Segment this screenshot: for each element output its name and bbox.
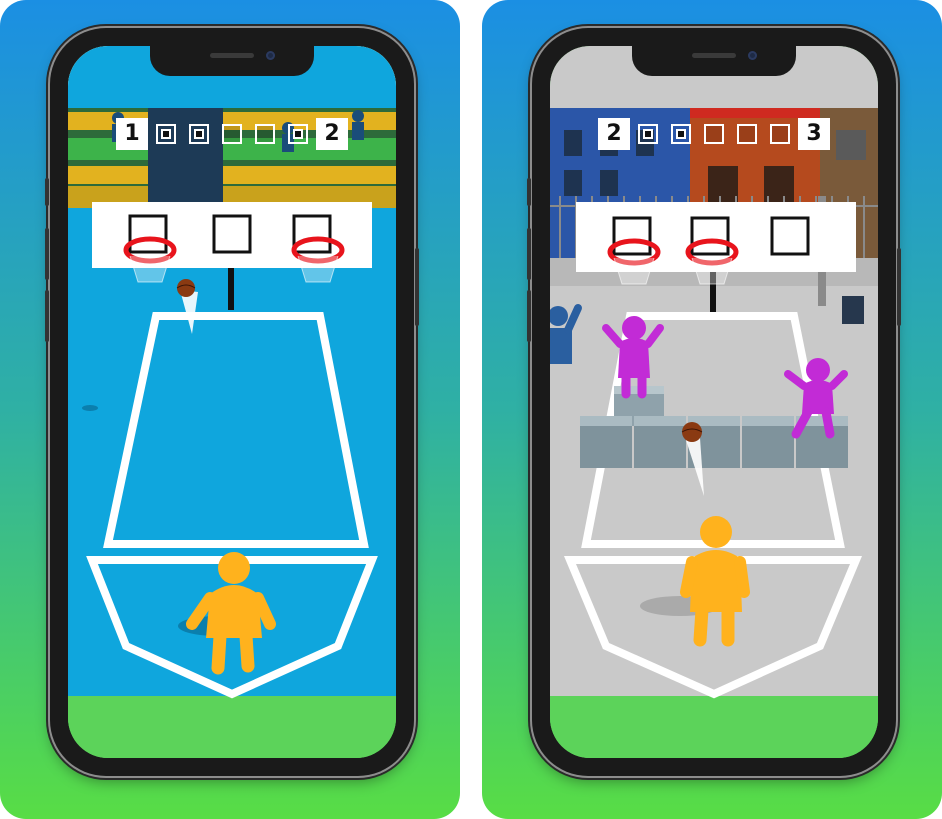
camera-icon <box>266 51 275 60</box>
round-slot <box>156 124 176 144</box>
round-progress <box>638 124 790 146</box>
opponent-score: 2 <box>316 118 348 150</box>
round-slot <box>737 124 757 144</box>
round-progress <box>156 124 308 146</box>
mailbox <box>842 296 864 324</box>
score-bar: 2 3 <box>598 118 830 150</box>
round-slot <box>770 124 790 144</box>
round-slot <box>222 124 242 144</box>
camera-icon <box>748 51 757 60</box>
opponent-score: 3 <box>798 118 830 150</box>
game-screen[interactable]: 2 3 <box>550 46 878 758</box>
phone-notch <box>150 46 314 76</box>
round-slot <box>255 124 275 144</box>
round-slot <box>288 124 308 144</box>
speaker-icon <box>210 53 254 58</box>
round-slot <box>189 124 209 144</box>
game-screen[interactable]: 1 2 <box>68 46 396 758</box>
round-slot <box>671 124 691 144</box>
round-slot <box>704 124 724 144</box>
game-scene[interactable] <box>68 46 396 758</box>
round-slot <box>638 124 658 144</box>
player-score: 1 <box>116 118 148 150</box>
phone-frame: 2 3 <box>527 28 901 776</box>
player-score: 2 <box>598 118 630 150</box>
game-scene[interactable] <box>550 46 878 758</box>
phone-frame: 1 2 <box>45 28 419 776</box>
phone-notch <box>632 46 796 76</box>
screenshot-panel-blue-court: 1 2 <box>0 0 460 819</box>
screenshot-panel-street-court: 2 3 <box>482 0 942 819</box>
speaker-icon <box>692 53 736 58</box>
score-bar: 1 2 <box>116 118 348 150</box>
